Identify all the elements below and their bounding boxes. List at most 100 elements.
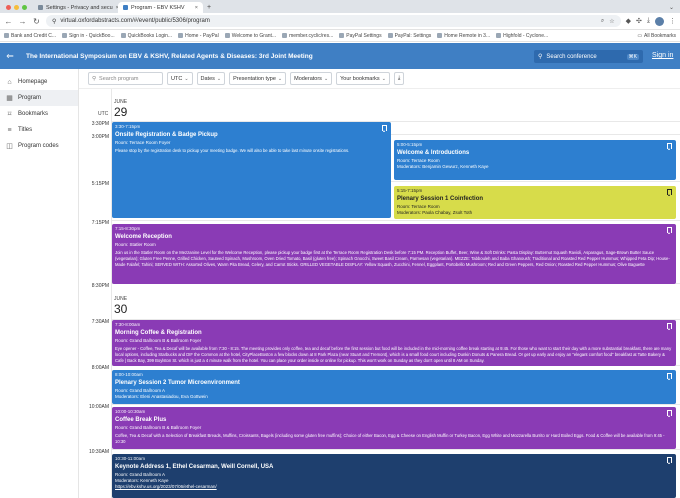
presentation-type-dropdown[interactable]: Presentation type ⌄: [229, 72, 287, 85]
search-icon: ⚲: [538, 54, 543, 60]
sidebar-item-titles[interactable]: ≡ Titles: [0, 122, 78, 138]
zoom-icon[interactable]: ⌕: [601, 18, 604, 25]
close-tab-icon[interactable]: ×: [195, 5, 198, 11]
time-label: 7:30AM: [91, 319, 109, 325]
filter-bar: ⚲ Search program UTC ⌄ Dates ⌄ Presentatio…: [79, 69, 680, 89]
calendar-icon: ▦: [6, 95, 13, 102]
collapse-menu-icon[interactable]: ⇐: [0, 51, 20, 62]
bookmark-favicon-icon: [437, 33, 443, 38]
sign-in-link[interactable]: Sign in: [652, 52, 673, 59]
sidebar: ⌂ Homepage ▦ Program ⌑ Bookmarks ≡ Title…: [0, 69, 79, 498]
dates-dropdown[interactable]: Dates ⌄: [196, 72, 226, 85]
bookmark-item[interactable]: member.cyclic/res...: [282, 33, 333, 39]
event-plenary-session-2[interactable]: 8:00-10:00am Plenary Session 2 Tumor Mic…: [112, 370, 676, 404]
event-moderators: Moderators: Benjamin Gewurz, Kenneth Kay…: [397, 164, 489, 170]
bookmark-favicon-icon: [224, 33, 230, 38]
your-bookmarks-dropdown[interactable]: Your bookmarks ⌄: [336, 72, 390, 85]
all-bookmarks-button[interactable]: ▭ All Bookmarks: [637, 33, 676, 39]
site-info-icon[interactable]: ⚲: [52, 18, 56, 25]
search-conference-field[interactable]: ⚲ Search conference ⌘K: [534, 50, 643, 63]
bookmark-item[interactable]: Highfold - Cyclone...: [496, 33, 548, 39]
time-label: 10:00AM: [88, 404, 109, 410]
event-room: Room: Statler Room: [115, 242, 156, 248]
event-title: Plenary Session 2 Tumor Microenvironment: [115, 380, 240, 387]
address-bar-row: ← → ↻ ⚲ virtual.oxfordabstracts.com/#/ev…: [0, 13, 680, 30]
event-title: Coffee Break Plus: [115, 417, 167, 424]
event-time: 7:15-8:30pm: [115, 226, 141, 231]
bookmark-icon[interactable]: [667, 143, 672, 150]
bookmark-item[interactable]: Bank and Credit C...: [4, 33, 56, 39]
event-link[interactable]: https://ebv.kshv.us.org/2023/07/06/ethel…: [115, 484, 673, 490]
bookmark-favicon-icon: [339, 33, 345, 38]
profile-avatar[interactable]: [655, 16, 664, 26]
browser-tab-settings[interactable]: Settings - Privacy and secu ×: [33, 2, 118, 13]
program-favicon-icon: [123, 5, 128, 10]
event-welcome-reception[interactable]: 7:15-8:30pm Welcome Reception Room: Stat…: [112, 224, 676, 284]
event-moderators: Moderators: Paola Chabay, Zsolt Toth: [397, 210, 473, 216]
bookmark-icon[interactable]: [382, 125, 387, 132]
back-arrow-icon[interactable]: ←: [4, 17, 13, 26]
event-welcome-introductions[interactable]: 5:00-5:15pm Welcome & Introductions Room…: [394, 140, 676, 180]
bookmark-item[interactable]: PayPal: Settings: [387, 33, 431, 39]
sidebar-item-label: Program: [18, 95, 42, 101]
event-plenary-session-1[interactable]: 5:15-7:15pm Plenary Session 1 Coinfectio…: [394, 186, 676, 219]
bookmark-favicon-icon: [4, 33, 9, 38]
bookmark-item[interactable]: Welcome to Grant...: [224, 33, 276, 39]
close-window-icon[interactable]: [6, 5, 11, 10]
bookmark-icon[interactable]: [667, 227, 672, 234]
sidebar-item-homepage[interactable]: ⌂ Homepage: [0, 74, 78, 90]
bookmark-item[interactable]: Home - PayPal: [178, 33, 219, 39]
event-title: Onsite Registration & Badge Pickup: [115, 132, 218, 139]
forward-arrow-icon[interactable]: →: [18, 17, 27, 26]
minimize-window-icon[interactable]: [14, 5, 19, 10]
bookmark-icon[interactable]: [667, 410, 672, 417]
bookmark-star-icon[interactable]: ☆: [609, 18, 614, 25]
reload-icon[interactable]: ↻: [32, 17, 41, 26]
timezone-dropdown[interactable]: UTC ⌄: [167, 72, 193, 85]
bookmark-favicon-icon: [282, 33, 288, 38]
moderators-dropdown[interactable]: Moderators ⌄: [290, 72, 333, 85]
shortcut-badge: ⌘K: [626, 53, 639, 60]
event-time: 10:30-11:00am: [115, 456, 145, 461]
maximize-window-icon[interactable]: [22, 5, 27, 10]
url-field[interactable]: ⚲ virtual.oxfordabstracts.com/#/event/pu…: [46, 15, 621, 27]
bookmark-icon[interactable]: [667, 373, 672, 380]
sidebar-item-bookmarks[interactable]: ⌑ Bookmarks: [0, 106, 78, 122]
tab-search-chevron-icon[interactable]: ⌄: [669, 4, 680, 13]
event-room: Room: Grand Ballroom B & Ballroom Foyer: [115, 338, 202, 344]
downloads-icon[interactable]: ⤓: [647, 17, 650, 25]
extension-icon[interactable]: ◆: [626, 17, 631, 25]
day-number: 30: [114, 302, 128, 316]
extensions-puzzle-icon[interactable]: ✣: [636, 17, 642, 25]
schedule-grid[interactable]: JUNE 29 UTC 3:30PM 3:00PM 5:15PM 7:15PM …: [79, 89, 680, 498]
hour-gridline: [112, 404, 680, 405]
bookmark-item[interactable]: QuickBooks Login...: [120, 33, 172, 39]
sidebar-item-program[interactable]: ▦ Program: [0, 90, 78, 106]
bookmarks-bar: Bank and Credit C... Sign in - QuickBoo.…: [0, 30, 680, 42]
sidebar-item-label: Titles: [18, 127, 33, 133]
bookmark-item[interactable]: Sign in - QuickBoo...: [62, 33, 115, 39]
event-keynote-address-1[interactable]: 10:30-11:00am Keynote Address 1, Ethel C…: [112, 454, 676, 498]
bookmark-favicon-icon: [387, 33, 393, 38]
sidebar-item-program-codes[interactable]: ◫ Program codes: [0, 138, 78, 154]
bookmark-icon[interactable]: [667, 189, 672, 196]
event-onsite-registration[interactable]: 3:30-7:15pm Onsite Registration & Badge …: [112, 122, 391, 218]
new-tab-icon[interactable]: +: [203, 4, 215, 13]
bookmark-icon[interactable]: [667, 323, 672, 330]
tab-label: Program - EBV KSHV: [131, 4, 185, 11]
download-button[interactable]: ⤓: [393, 72, 405, 85]
chevron-down-icon: ⌄: [381, 75, 386, 82]
settings-favicon-icon: [38, 5, 43, 10]
event-room: Room: Terrace Room Foyer: [115, 140, 171, 146]
event-morning-coffee[interactable]: 7:30-8:00am Morning Coffee & Registratio…: [112, 320, 676, 366]
bookmark-icon[interactable]: [667, 457, 672, 464]
menu-kebab-icon[interactable]: ⋮: [669, 17, 676, 25]
event-description: Join us in the Statler Room on the Mezza…: [115, 250, 670, 267]
event-title: Welcome & Introductions: [397, 150, 470, 157]
event-title: Morning Coffee & Registration: [115, 330, 202, 337]
browser-tab-program[interactable]: Program - EBV KSHV ×: [118, 2, 203, 13]
bookmark-item[interactable]: Home Remote in 3...: [437, 33, 490, 39]
search-program-input[interactable]: ⚲ Search program: [88, 72, 163, 85]
event-coffee-break-plus[interactable]: 10:00-10:30am Coffee Break Plus Room: Gr…: [112, 407, 676, 449]
bookmark-item[interactable]: PayPal Settings: [339, 33, 382, 39]
